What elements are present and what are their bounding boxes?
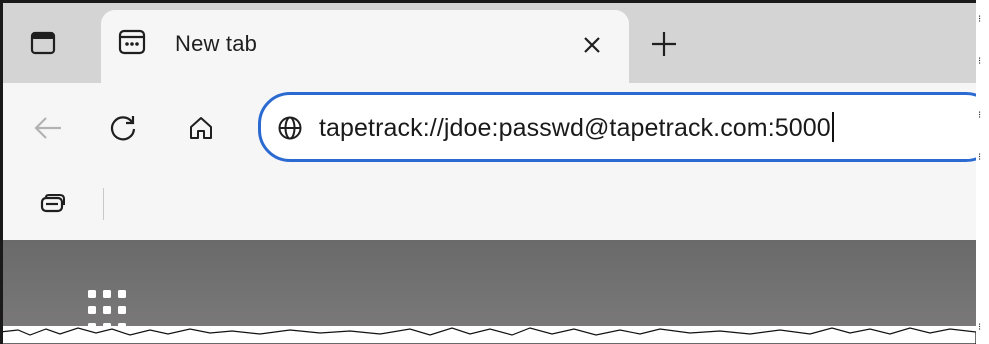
- close-icon: [584, 37, 600, 53]
- home-button[interactable]: [183, 110, 219, 146]
- tab-title: New tab: [175, 31, 258, 56]
- grid-dot: [118, 306, 126, 315]
- overflow-glyph: ⁝: [978, 152, 982, 163]
- url-value: tapetrack://jdoe:passwd@tapetrack.com:50…: [319, 114, 831, 142]
- overflow-glyph: ⁝: [978, 110, 982, 121]
- favorites-divider: [103, 188, 104, 220]
- text-caret: [831, 112, 834, 142]
- new-tab-page-icon: [117, 28, 147, 56]
- url-input[interactable]: tapetrack://jdoe:passwd@tapetrack.com:50…: [319, 112, 834, 143]
- collections-icon: [40, 194, 65, 213]
- overflow-glyph: ⁝: [978, 56, 982, 67]
- back-arrow-icon: [34, 117, 61, 139]
- grid-dot: [118, 290, 126, 298]
- grid-dot: [88, 290, 96, 298]
- grid-dot: [103, 290, 111, 298]
- collections-button[interactable]: [38, 190, 68, 218]
- frame-border: [0, 0, 976, 3]
- globe-icon[interactable]: [275, 113, 305, 143]
- overflow-glyph: ⁝: [978, 322, 982, 333]
- frame-border: [0, 0, 3, 344]
- vertical-tabs-button[interactable]: [26, 28, 60, 58]
- refresh-button[interactable]: [105, 110, 141, 146]
- vertical-tabs-icon: [30, 31, 56, 55]
- browser-window: New tab tapetrack://jdoe:passwd@tapetrac…: [0, 0, 976, 344]
- new-tab-button[interactable]: [648, 28, 680, 60]
- close-tab-button[interactable]: [578, 31, 606, 59]
- back-button[interactable]: [30, 110, 66, 146]
- overflow-glyph: ⁝: [978, 14, 982, 25]
- refresh-icon: [110, 116, 136, 141]
- cropped-edge: ⁝ ⁝ ⁝ ⁝ ⁝: [976, 0, 989, 344]
- plus-icon: [652, 32, 676, 56]
- favorites-bar: [3, 175, 976, 240]
- torn-edge: [0, 326, 976, 344]
- grid-dot: [103, 306, 111, 315]
- home-icon: [190, 117, 212, 139]
- grid-dot: [88, 306, 96, 315]
